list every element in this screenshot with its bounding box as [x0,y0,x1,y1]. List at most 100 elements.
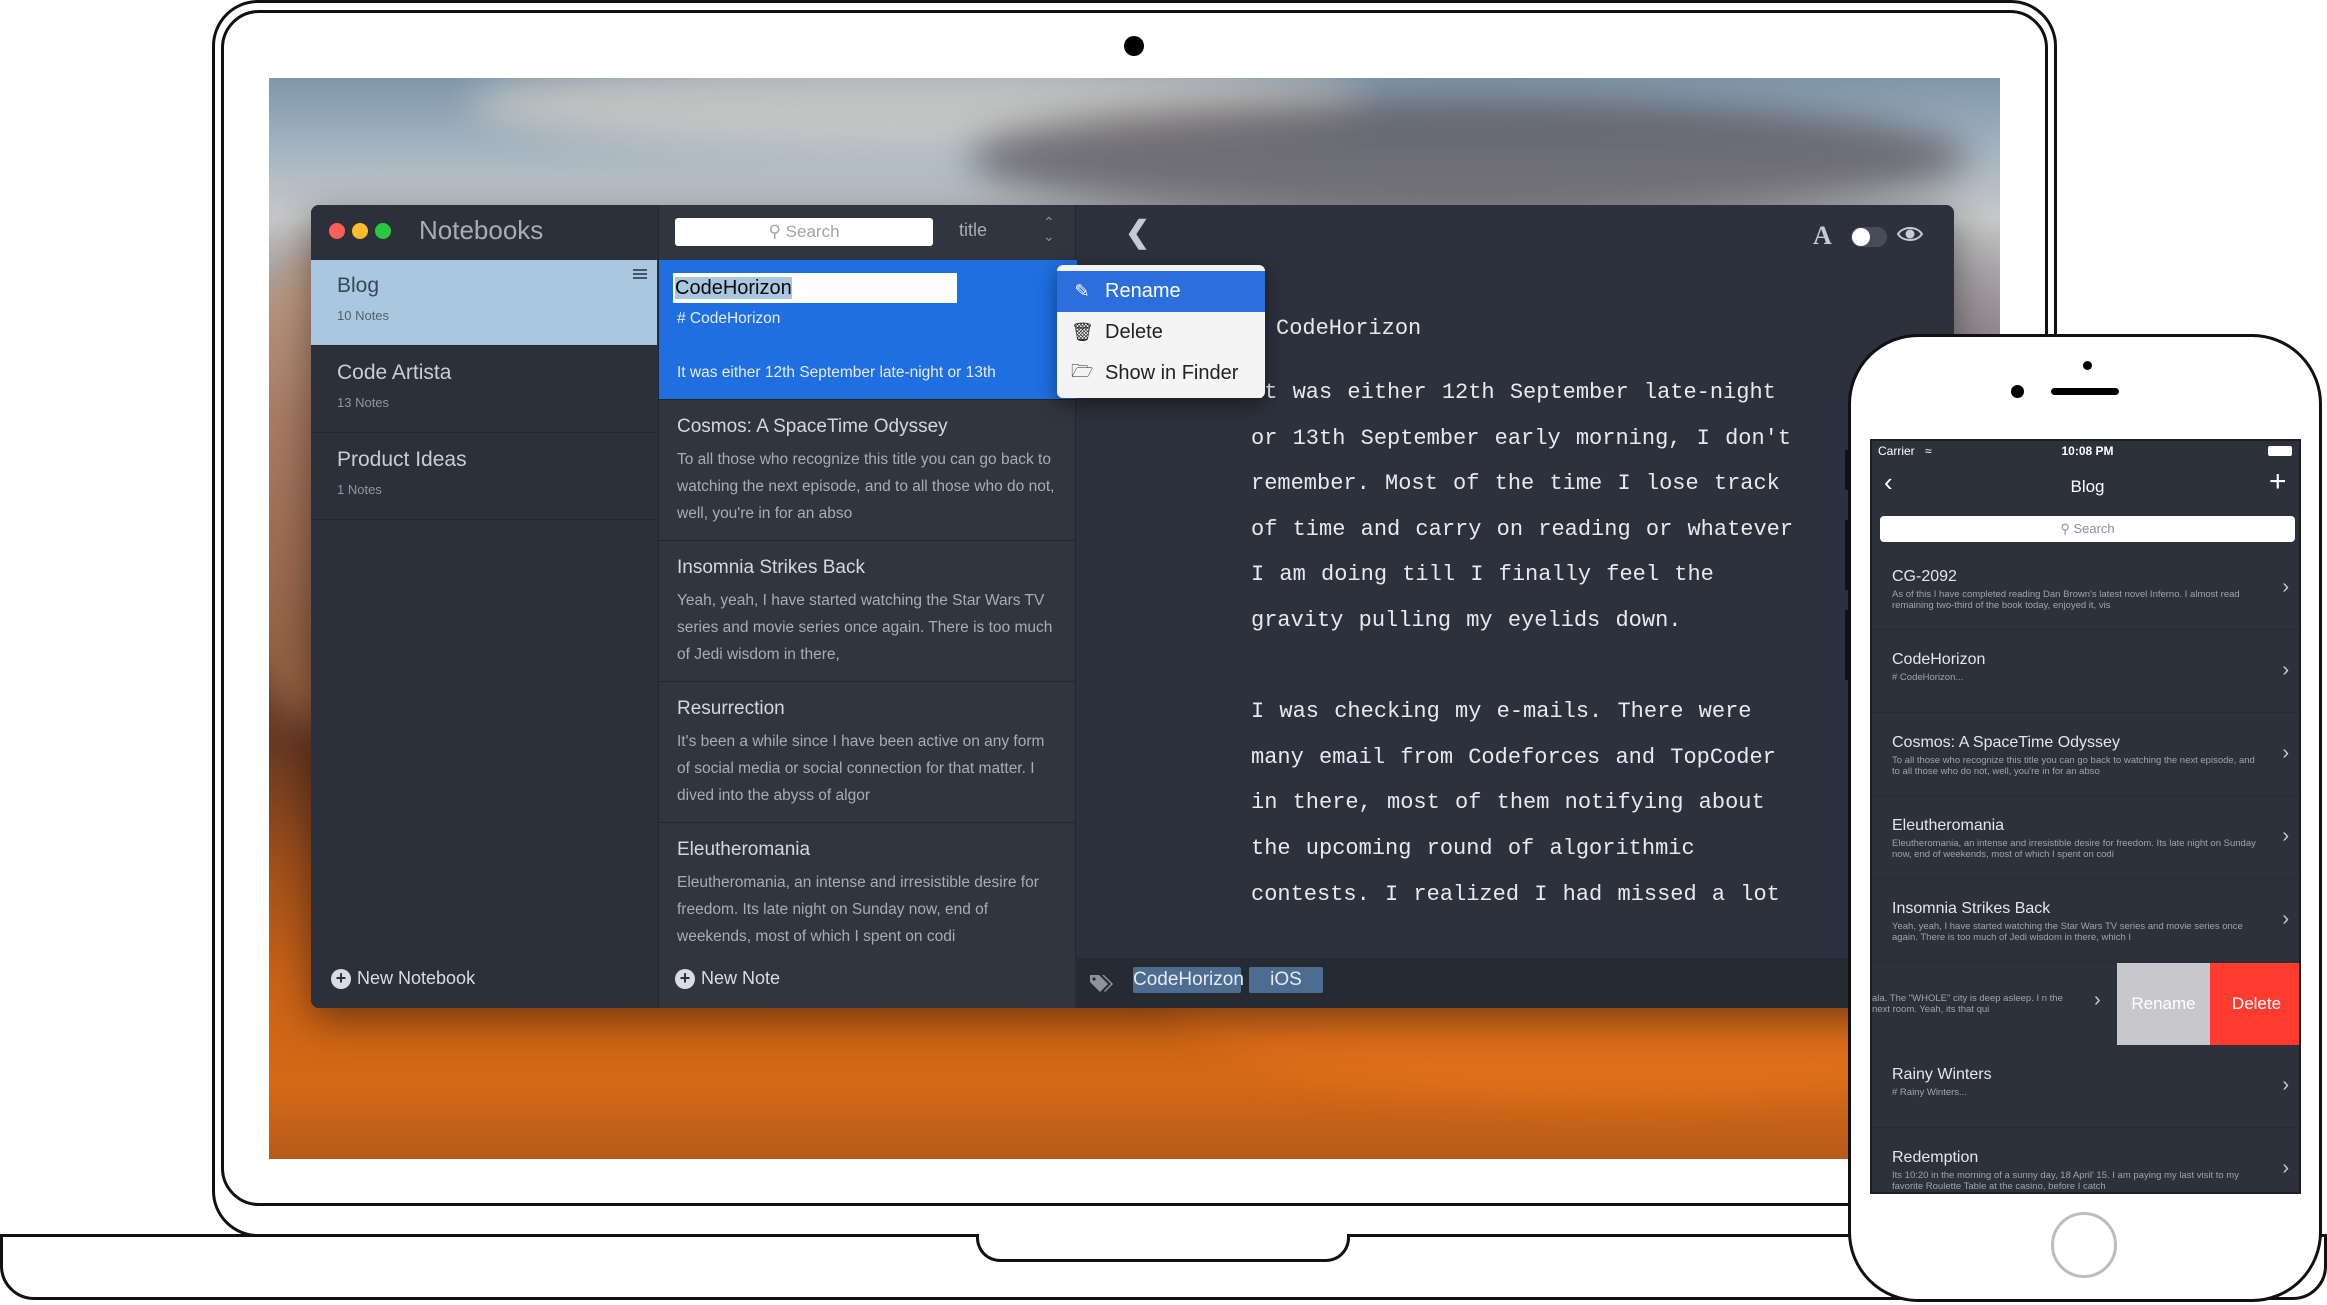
sort-arrows-icon[interactable]: ⌃ ⌄ [1043,215,1055,243]
plus-circle-icon: + [331,968,351,989]
menu-item-show-in-finder[interactable]: 🗁 Show in Finder [1057,353,1265,394]
note-preview-line: It was either 12th September late-night … [677,364,996,381]
font-icon[interactable]: A [1813,221,1832,251]
note-line: remember. Most of the time I lose track [1251,471,1780,497]
preview-eye-icon[interactable] [1897,225,1923,243]
chevron-right-icon: › [2282,908,2289,930]
row-title: Rainy Winters [1892,1066,1992,1083]
swipe-rename-button[interactable]: Rename [2117,963,2210,1045]
note-context-menu: ✎ Rename 🗑 Delete 🗁 Show in Finder [1057,265,1265,398]
list-item[interactable]: Rainy Winters # Rainy Winters... › [1872,1046,2299,1128]
menu-item-label: Rename [1105,280,1181,302]
menu-item-delete[interactable]: 🗑 Delete [1057,312,1265,353]
chevron-right-icon: › [2282,742,2289,764]
tag-chip[interactable]: iOS [1249,967,1323,993]
notebook-name: Code Artista [337,361,452,384]
row-preview: ala. The "WHOLE" city is deep asleep. I … [1872,993,2063,1015]
trash-icon: 🗑 [1071,322,1094,342]
status-time: 10:08 PM [2061,444,2114,458]
swiped-list-item[interactable]: ala. The "WHOLE" city is deep asleep. I … [1872,963,2299,1045]
row-title: Insomnia Strikes Back [1892,900,2051,917]
notebook-name: Blog [337,274,380,297]
note-line: in there, most of them notifying about [1251,790,1765,816]
edit-icon: ✎ [1074,281,1090,301]
window-controls [329,223,398,244]
note-line: the upcoming round of algorithmic [1251,835,1695,861]
minimize-button[interactable] [352,223,368,239]
note-blank-line [1251,644,1811,690]
menu-item-label: Delete [1105,321,1163,343]
note-line: of time and carry on reading or whatever [1251,516,1794,542]
search-placeholder: Search [785,222,840,241]
theme-toggle[interactable] [1851,227,1887,247]
search-field[interactable]: ⚲ Search [1880,516,2295,542]
tag-chip[interactable]: CodeHorizon [1133,967,1244,993]
notebook-name: Product Ideas [337,448,467,471]
notebook-count: 10 Notes [337,308,390,323]
note-preview: It's been a while since I have been acti… [677,733,1045,804]
add-note-icon[interactable]: + [2269,465,2287,499]
note-item[interactable]: Eleutheromania Eleutheromania, an intens… [659,824,1077,964]
note-preview: Yeah, yeah, I have started watching the … [677,592,1053,663]
new-note-button[interactable]: + New Note [675,968,780,989]
row-preview: # CodeHorizon... [1892,672,1964,683]
list-item[interactable]: Redemption Its 10:20 in the morning of a… [1872,1129,2299,1192]
swipe-delete-button[interactable]: Delete [2210,963,2299,1045]
status-bar: Carrier ≈ 10:08 PM [1872,441,2299,461]
notebook-menu-icon[interactable] [633,269,647,281]
row-preview: Yeah, yeah, I have started watching the … [1892,921,2243,943]
laptop-screen-wallpaper: Notebooks Blog 10 Notes Code Artista 13 … [269,78,2000,1159]
chevron-right-icon: › [2094,989,2101,1011]
close-button[interactable] [329,223,345,239]
list-item[interactable]: CG-2092 As of this I have completed read… [1872,548,2299,630]
notebook-item-code-artista[interactable]: Code Artista 13 Notes [311,347,657,433]
sort-dropdown[interactable]: title [959,220,987,241]
note-title: Insomnia Strikes Back [677,557,865,578]
list-item[interactable]: Eleutheromania Eleutheromania, an intens… [1872,797,2299,879]
row-title: CG-2092 [1892,568,1957,585]
new-notebook-button[interactable]: + New Notebook [331,968,475,989]
row-preview: As of this I have completed reading Dan … [1892,589,2240,611]
phone-speaker [2051,388,2119,395]
search-icon: ⚲ [768,222,781,241]
ios-app-screen: Carrier ≈ 10:08 PM ‹ Blog + ⚲ Search CG-… [1870,439,2301,1194]
note-line: many email from Codeforces and TopCoder [1251,744,1776,770]
window-title: Notebooks [419,215,544,245]
tags-icon[interactable] [1089,973,1115,993]
note-paragraph: It was either 12th September late-night … [1251,370,1811,917]
product-showcase: Notebooks Blog 10 Notes Code Artista 13 … [0,0,2327,1305]
note-item[interactable]: Resurrection It's been a while since I h… [659,683,1077,823]
note-line: It was either 12th September late-night [1251,380,1776,405]
list-item[interactable]: CodeHorizon # CodeHorizon... › [1872,631,2299,713]
chevron-right-icon: › [2282,659,2289,681]
note-line: I was checking my e-mails. There were [1251,699,1752,725]
menu-item-label: Show in Finder [1105,362,1239,384]
menu-item-rename[interactable]: ✎ Rename [1057,271,1265,312]
row-title: Redemption [1892,1149,1979,1166]
chevron-right-icon: › [2282,1157,2289,1179]
rename-title-input[interactable]: CodeHorizon [673,273,957,303]
chevron-right-icon: › [2282,1074,2289,1096]
phone-sensor [2083,361,2092,370]
note-line: I am doing till I finally feel the [1251,562,1714,588]
phone-home-button[interactable] [2051,1212,2117,1278]
note-line: gravity pulling my eyelids down. [1251,607,1682,633]
note-item[interactable]: Cosmos: A SpaceTime Odyssey To all those… [659,401,1077,541]
list-item[interactable]: Insomnia Strikes Back Yeah, yeah, I have… [1872,880,2299,962]
zoom-button[interactable] [375,223,391,239]
list-item[interactable]: Cosmos: A SpaceTime Odyssey To all those… [1872,714,2299,796]
row-title: Cosmos: A SpaceTime Odyssey [1892,734,2120,751]
note-item[interactable]: Insomnia Strikes Back Yeah, yeah, I have… [659,542,1077,682]
search-input[interactable]: ⚲ Search [675,218,933,246]
note-heading: CodeHorizon [1276,316,1422,341]
note-title: Resurrection [677,698,785,719]
notes-list-pane: ⚲ Search title ⌃ ⌄ CodeHorizon # CodeHori… [658,205,1077,1008]
back-chevron-icon[interactable]: ❮ [1125,215,1150,250]
plus-circle-icon: + [675,968,695,989]
notebook-item-product-ideas[interactable]: Product Ideas 1 Notes [311,434,657,520]
note-item-selected[interactable]: CodeHorizon # CodeHorizon It was either … [659,260,1077,400]
notebook-item-blog[interactable]: Blog 10 Notes [311,260,657,346]
chevron-right-icon: › [2282,576,2289,598]
notebook-count: 13 Notes [337,395,390,410]
note-line: or 13th September early morning, I don't [1251,425,1792,451]
